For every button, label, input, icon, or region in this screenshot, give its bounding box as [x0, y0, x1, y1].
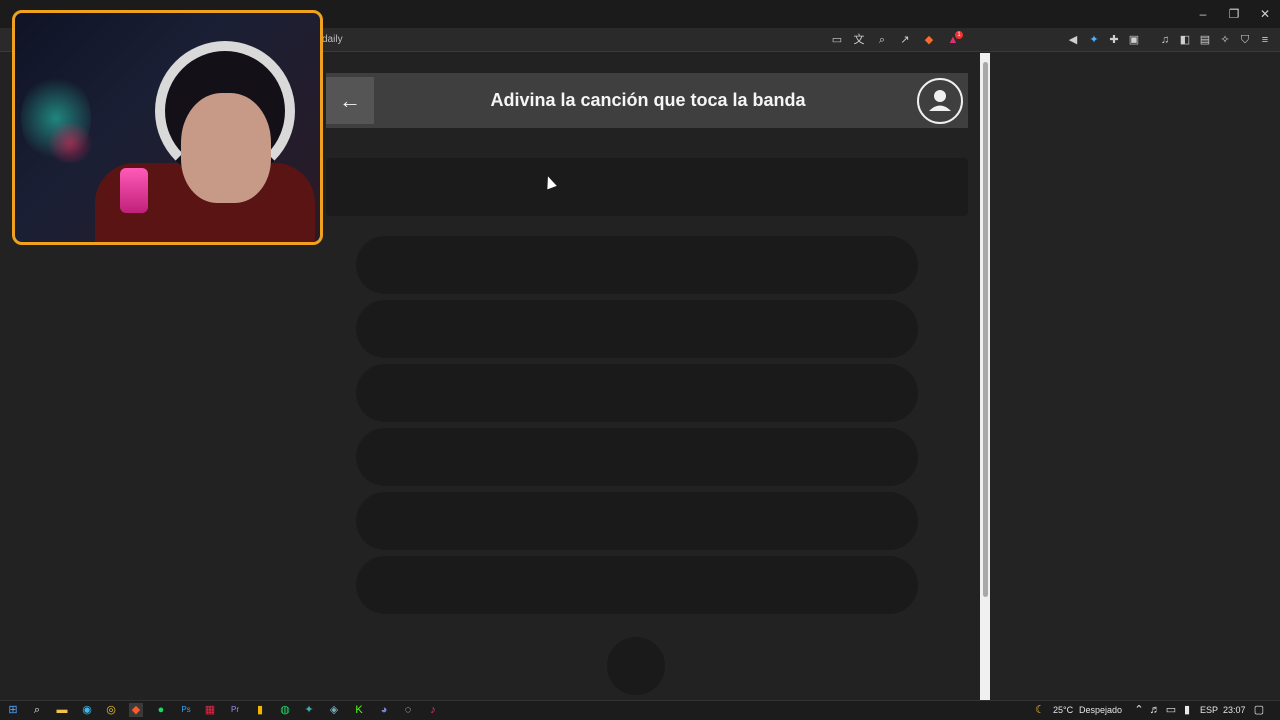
translate-icon[interactable]: 文 — [851, 32, 867, 48]
app-icon[interactable]: ▦ — [203, 703, 217, 717]
weather-temp[interactable]: 25°C — [1053, 705, 1073, 715]
rewards-badge: 1 — [955, 31, 963, 39]
webcam-microphone — [120, 168, 148, 213]
share-icon[interactable]: ↗ — [897, 32, 913, 48]
brave-icon[interactable]: ◆ — [129, 703, 143, 717]
address-text: daily — [322, 34, 343, 45]
answer-option[interactable] — [356, 364, 918, 422]
page-title: Adivina la canción que toca la banda — [490, 90, 806, 110]
play-button[interactable] — [607, 637, 665, 695]
answer-option[interactable] — [356, 428, 918, 486]
edge-icon[interactable]: ◉ — [80, 703, 94, 717]
music-icon[interactable]: ♫ — [1157, 32, 1173, 48]
weather-desc[interactable]: Despejado — [1079, 705, 1122, 715]
scrollbar-thumb[interactable] — [983, 62, 988, 597]
webcam-overlay — [12, 10, 323, 245]
mute-icon[interactable]: ◀ — [1065, 32, 1081, 48]
empty-side-area — [990, 53, 1280, 700]
notifications-icon[interactable]: ▢ — [1252, 703, 1266, 717]
spotify-icon[interactable]: ● — [154, 703, 168, 717]
user-profile-button[interactable] — [917, 78, 963, 124]
sidebar-icon[interactable]: ◧ — [1177, 32, 1193, 48]
moon-icon[interactable]: ☾ — [1033, 703, 1047, 717]
app-icon[interactable]: ✦ — [302, 703, 316, 717]
photoshop-icon[interactable]: Ps — [179, 703, 193, 717]
answer-option[interactable] — [356, 492, 918, 550]
minimize-button[interactable]: – — [1188, 4, 1218, 24]
discord-icon[interactable]: ◕ — [377, 703, 391, 717]
menu-icon[interactable]: ≡ — [1257, 32, 1273, 48]
webcam-light — [45, 123, 95, 163]
app-icon[interactable]: ◈ — [327, 703, 341, 717]
files-icon[interactable]: ▬ — [55, 703, 69, 717]
leo-icon[interactable]: ✧ — [1217, 32, 1233, 48]
answer-option[interactable] — [356, 300, 918, 358]
vpn-icon[interactable]: ⛉ — [1237, 32, 1253, 48]
chevron-up-icon[interactable]: ⌃ — [1132, 703, 1146, 717]
volume-icon[interactable]: ♬ — [1148, 703, 1162, 717]
app-icon[interactable]: K — [352, 703, 366, 717]
start-icon[interactable]: ⊞ — [6, 703, 20, 717]
close-button[interactable]: ✕ — [1250, 4, 1280, 24]
tab-icon[interactable]: ▣ — [1126, 32, 1142, 48]
restore-button[interactable]: ❐ — [1219, 4, 1249, 24]
tiktok-icon[interactable]: ♪ — [426, 703, 440, 717]
network-icon[interactable]: ▭ — [1164, 703, 1178, 717]
search-icon[interactable]: ⌕ — [30, 703, 44, 717]
chrome-icon[interactable]: ◎ — [104, 703, 118, 717]
microphone-icon[interactable]: ▮ — [1180, 703, 1194, 717]
puzzle-icon[interactable]: ✚ — [1106, 32, 1122, 48]
address-bar[interactable] — [300, 30, 972, 50]
whatsapp-icon[interactable]: ◍ — [278, 703, 292, 717]
app-icon[interactable]: ▮ — [253, 703, 267, 717]
brave-shield-icon[interactable]: ◆ — [921, 32, 937, 48]
zoom-icon[interactable]: ⌕ — [874, 32, 890, 48]
song-player-bar — [326, 158, 968, 216]
cast-icon[interactable]: ▭ — [829, 32, 845, 48]
language-indicator[interactable]: ESP — [1200, 705, 1218, 715]
back-button[interactable]: ← — [326, 77, 374, 124]
app-icon[interactable]: ◌ — [401, 703, 415, 717]
premiere-icon[interactable]: Pr — [228, 703, 242, 717]
clock[interactable]: 23:07 — [1223, 705, 1246, 715]
webcam-person-face — [181, 93, 271, 203]
user-icon — [929, 90, 951, 111]
answer-option[interactable] — [356, 556, 918, 614]
wallet-icon[interactable]: ▤ — [1197, 32, 1213, 48]
answer-option[interactable] — [356, 236, 918, 294]
extension-icon[interactable]: ✦ — [1086, 32, 1102, 48]
